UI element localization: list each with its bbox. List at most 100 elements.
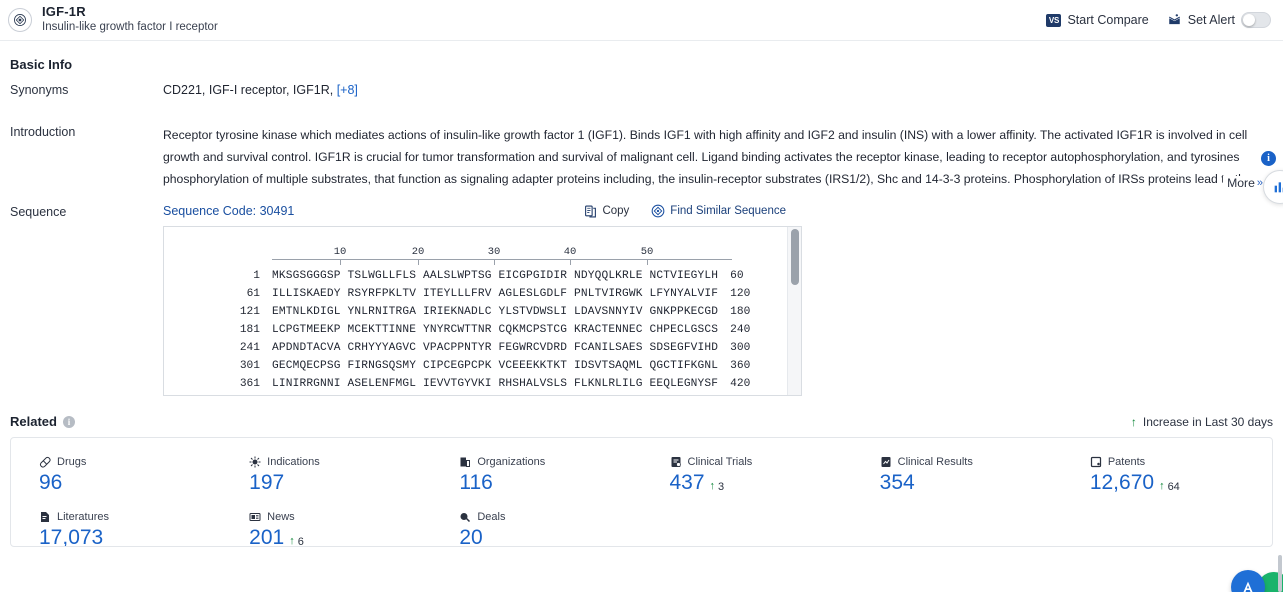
main-content: Basic Info Synonyms CD221, IGF-I recepto… [0, 41, 1283, 547]
related-label-wrap: Patents [1090, 456, 1272, 468]
sequence-code[interactable]: Sequence Code: 30491 [163, 204, 294, 218]
related-value: 12,670 [1089, 471, 1155, 494]
arrow-up-icon: ↑ [709, 480, 716, 492]
alert-toggle[interactable] [1241, 12, 1271, 28]
news-icon [249, 511, 261, 523]
introduction-row: Introduction Receptor tyrosine kinase wh… [10, 124, 1273, 190]
arrow-up-icon: ↑ [289, 535, 295, 547]
find-similar-label: Find Similar Sequence [670, 205, 786, 217]
introduction-text: Receptor tyrosine kinase which mediates … [163, 128, 1252, 186]
patent-icon [1090, 456, 1102, 468]
sequence-row: Sequence Sequence Code: 30491 Copy Find … [10, 204, 1273, 396]
sequence-viewer[interactable]: 10 20 30 40 50 1 MKSGSGGGSP TSLWGLLFLS A… [163, 226, 802, 396]
related-item-indications[interactable]: Indications 197 [221, 452, 431, 495]
set-alert-button[interactable]: Set Alert [1167, 12, 1271, 28]
sequence-tools: Copy Find Similar Sequence [584, 204, 786, 218]
sequence-end-index: 360 [730, 360, 751, 372]
sequence-line: 181 LCPGTMEEKP MCEKTTINNE YNYRCWTTNR CQK… [164, 321, 801, 339]
clinical-result-icon [880, 456, 892, 468]
related-item-patents[interactable]: Patents 12,670 ↑ 64 [1062, 452, 1272, 495]
info-icon[interactable]: i [62, 415, 75, 428]
related-label: Clinical Results [897, 456, 973, 468]
sequence-line: 121 EMTNLKDIGL YNLRNITRGA IRIEKNADLC YLS… [164, 303, 801, 321]
related-value-wrap: 96 [39, 471, 221, 495]
related-label: Clinical Trials [687, 456, 753, 468]
introduction-body: Receptor tyrosine kinase which mediates … [163, 124, 1273, 190]
related-label: Patents [1107, 456, 1146, 468]
related-value-wrap: 197 [249, 471, 431, 495]
sequence-residues: LINIRRGNNI ASELENFMGL IEVVTGYVKI RHSHALV… [272, 378, 719, 390]
related-label-wrap: News [249, 511, 431, 523]
related-delta-value: 6 [297, 535, 304, 547]
related-item-drugs[interactable]: Drugs 96 [11, 452, 221, 495]
related-label-wrap: Clinical Trials [670, 456, 852, 468]
related-value: 437 [669, 471, 705, 494]
page-scrollbar-thumb[interactable] [1278, 555, 1282, 592]
related-card: Drugs 96 Indications 197 Organizations 1… [10, 437, 1273, 547]
related-value: 354 [879, 471, 915, 494]
basic-info-heading: Basic Info [10, 57, 73, 72]
indication-virus-icon [249, 456, 261, 468]
arrow-up-icon: ↑ [1130, 414, 1137, 429]
sequence-toolbar: Sequence Code: 30491 Copy Find Similar S… [163, 204, 1273, 218]
copy-button[interactable]: Copy [584, 205, 629, 218]
synonyms-value-wrap: CD221, IGF-I receptor, IGF1R, [+8] [163, 82, 1273, 98]
related-delta: ↑ 64 [1159, 481, 1180, 493]
sequence-end-index: 120 [730, 288, 751, 300]
introduction-more-button[interactable]: More » [1223, 176, 1263, 190]
sequence-label: Sequence [10, 205, 67, 219]
related-label: News [267, 511, 295, 523]
sequence-scrollbar-thumb[interactable] [791, 229, 799, 285]
related-value-wrap: 437 ↑ 3 [670, 471, 852, 495]
assistant-icon[interactable] [1231, 570, 1265, 592]
related-item-organizations[interactable]: Organizations 116 [431, 452, 641, 495]
sequence-scrollbar[interactable] [787, 227, 801, 395]
sequence-end-index: 60 [730, 270, 744, 282]
floating-info-badge[interactable]: i [1261, 151, 1276, 166]
toggle-knob [1243, 14, 1255, 26]
related-item-clinical-trials[interactable]: Clinical Trials 437 ↑ 3 [642, 452, 852, 495]
ruler-label: 40 [563, 246, 577, 258]
related-item-clinical-results[interactable]: Clinical Results 354 [852, 452, 1062, 495]
related-title: Related [10, 414, 57, 429]
sequence-end-index: 180 [730, 306, 751, 318]
related-value-wrap: 17,073 [39, 526, 221, 546]
sequence-residues: LCPGTMEEKP MCEKTTINNE YNYRCWTTNR CQKMCPS… [272, 324, 719, 336]
ruler-tick [340, 259, 341, 265]
related-label-wrap: Organizations [459, 456, 641, 468]
sequence-start-index: 121 [239, 306, 260, 318]
related-item-deals[interactable]: Deals 20 [431, 507, 641, 546]
page-scrollbar[interactable] [1278, 0, 1283, 592]
related-label: Drugs [57, 456, 87, 468]
target-gene-icon [8, 8, 32, 32]
ruler-baseline [272, 259, 732, 260]
related-item-news[interactable]: News 201 ↑ 6 [221, 507, 431, 547]
related-label-wrap: Indications [249, 456, 431, 468]
synonyms-more-link[interactable]: [+8] [337, 83, 358, 97]
ruler-tick [570, 259, 571, 265]
related-label: Literatures [57, 511, 109, 523]
app-header: IGF-1R Insulin-like growth factor I rece… [0, 0, 1283, 41]
related-value-wrap: 116 [459, 471, 641, 495]
related-label: Organizations [477, 456, 546, 468]
sequence-start-index: 61 [246, 288, 260, 300]
sequence-end-index: 300 [730, 342, 751, 354]
related-label-wrap: Drugs [39, 456, 221, 468]
sequence-start-index: 361 [239, 378, 260, 390]
more-label: More [1227, 176, 1255, 190]
introduction-label: Introduction [10, 125, 76, 139]
find-similar-sequence-button[interactable]: Find Similar Sequence [651, 204, 786, 218]
related-label: Indications [267, 456, 320, 468]
related-label-wrap: Deals [459, 511, 641, 523]
related-value-wrap: 20 [459, 526, 641, 546]
start-compare-button[interactable]: VS Start Compare [1046, 13, 1149, 27]
sequence-line: 241 APDNDTACVA CRHYYYAGVC VPACPPNTYR FEG… [164, 339, 801, 357]
arrow-up-icon: ↑ [1159, 480, 1165, 492]
clinical-trial-icon [670, 456, 682, 468]
related-item-literatures[interactable]: Literatures 17,073 [11, 507, 221, 546]
sequence-inner: 10 20 30 40 50 1 MKSGSGGGSP TSLWGLLFLS A… [164, 227, 801, 393]
sequence-end-index: 420 [730, 378, 751, 390]
related-value: 116 [459, 471, 493, 494]
related-delta: ↑ 6 [289, 535, 304, 547]
page-subtitle: Insulin-like growth factor I receptor [42, 21, 218, 34]
